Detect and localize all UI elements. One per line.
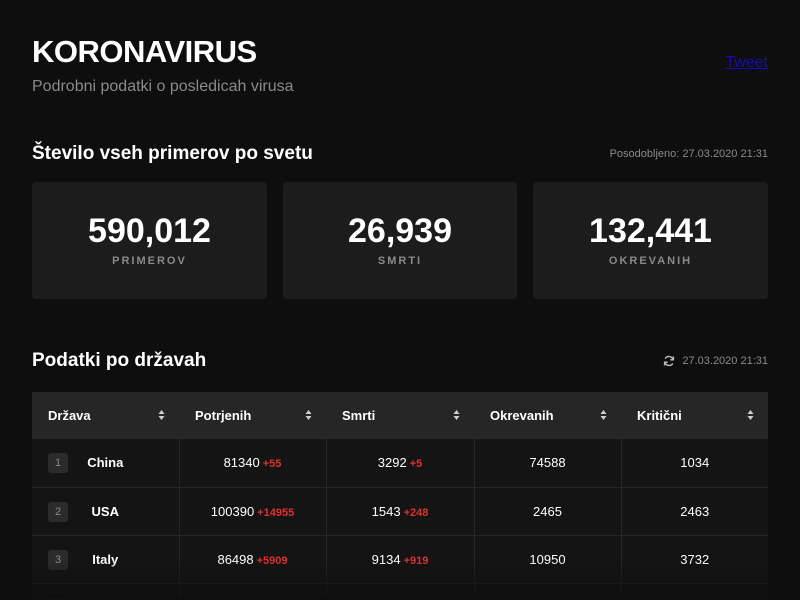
recovered-card: 132,441 OKREVANIH [533,182,768,299]
world-section-title: Število vseh primerov po svetu [32,143,313,164]
critical-cell: 3732 [621,535,768,584]
country-cell: 3 Italy [32,535,180,584]
country-cell: 2 USA [32,487,180,536]
recovered-value: 132,441 [589,212,712,250]
confirmed-delta: +14955 [257,506,295,519]
world-stats-cards: 590,012 PRIMEROV 26,939 SMRTI 132,441 OK… [32,182,768,299]
column-header-label: Potrjenih [195,408,252,423]
page-header: KORONAVIRUS Podrobni podatki o posledica… [32,34,294,96]
recovered-cell: 10950 [474,535,622,584]
cases-card: 590,012 PRIMEROV [32,182,267,299]
rank-badge: 1 [48,453,68,473]
table-row[interactable]: 2 USA 100390 +14955 1543 +248 2465 2463 [32,487,768,536]
column-header-country[interactable]: Država [32,392,179,439]
deaths-value: 3292 [377,455,407,471]
deaths-value: 26,939 [348,212,452,250]
sort-icon [747,410,754,420]
refresh-group: 27.03.2020 21:31 [663,355,768,367]
recovered-cell: 74588 [474,439,622,488]
deaths-cell [326,583,475,600]
confirmed-cell: 100390 +14955 [179,487,327,536]
column-header-confirmed[interactable]: Potrjenih [179,392,326,439]
world-section-header: Število vseh primerov po svetu Posodoblj… [32,143,768,165]
deaths-cell: 3292 +5 [326,439,475,488]
table-row[interactable] [32,583,768,600]
rank-badge: 2 [48,501,68,522]
critical-cell [621,583,768,600]
sort-icon [305,410,312,420]
country-cell [32,583,180,600]
countries-section-title: Podatki po državah [32,350,207,371]
cases-value: 590,012 [88,212,211,250]
sort-icon [600,410,607,420]
deaths-card: 26,939 SMRTI [283,182,517,299]
recovered-cell [474,583,622,600]
column-header-deaths[interactable]: Smrti [326,392,474,439]
deaths-value: 1543 [371,503,401,519]
cases-label: PRIMEROV [112,255,187,267]
refresh-icon[interactable] [663,355,675,367]
deaths-delta: +919 [403,554,429,567]
table-row[interactable]: 1 China 81340 +55 3292 +5 74588 1034 [32,439,768,488]
confirmed-delta: +55 [262,458,282,471]
sort-icon [158,410,165,420]
country-name: Italy [92,551,119,567]
critical-cell: 1034 [621,439,768,488]
countries-table: Država Potrjenih Smrti Okrevanih Kritičn… [32,392,768,600]
column-header-label: Okrevanih [490,408,554,423]
confirmed-cell: 86498 +5909 [179,535,327,584]
countries-updated-timestamp: 27.03.2020 21:31 [682,355,768,367]
world-updated-timestamp: Posodobljeno: 27.03.2020 21:31 [609,148,768,160]
tweet-link[interactable]: Tweet [725,54,768,72]
critical-cell: 2463 [621,487,768,536]
confirmed-value: 81340 [223,455,260,471]
confirmed-cell [179,583,327,600]
deaths-cell: 9134 +919 [326,535,475,584]
column-header-label: Kritični [637,408,682,423]
column-header-critical[interactable]: Kritični [621,392,768,439]
country-name: USA [91,503,119,519]
column-header-label: Smrti [342,408,376,423]
countries-section-header: Podatki po državah 27.03.2020 21:31 [32,350,768,372]
confirmed-cell: 81340 +55 [179,439,327,488]
deaths-label: SMRTI [377,255,423,267]
deaths-value: 9134 [371,551,401,567]
rank-badge: 3 [48,549,68,570]
sort-icon [453,410,460,420]
recovered-label: OKREVANIH [608,255,693,267]
recovered-cell: 2465 [474,487,622,536]
column-header-label: Država [48,408,91,423]
deaths-delta: +5 [409,458,423,471]
confirmed-value: 86498 [217,551,254,567]
country-name: China [87,455,124,471]
page-subtitle: Podrobni podatki o posledicah virusa [32,78,294,95]
table-header-row: Država Potrjenih Smrti Okrevanih Kritičn… [32,392,768,439]
confirmed-value: 100390 [210,503,255,519]
country-cell: 1 China [32,439,180,488]
deaths-cell: 1543 +248 [326,487,475,536]
table-row[interactable]: 3 Italy 86498 +5909 9134 +919 10950 3732 [32,535,768,584]
confirmed-delta: +5909 [256,554,288,567]
deaths-delta: +248 [403,506,429,519]
column-header-recovered[interactable]: Okrevanih [474,392,621,439]
page-title: KORONAVIRUS [32,34,257,69]
